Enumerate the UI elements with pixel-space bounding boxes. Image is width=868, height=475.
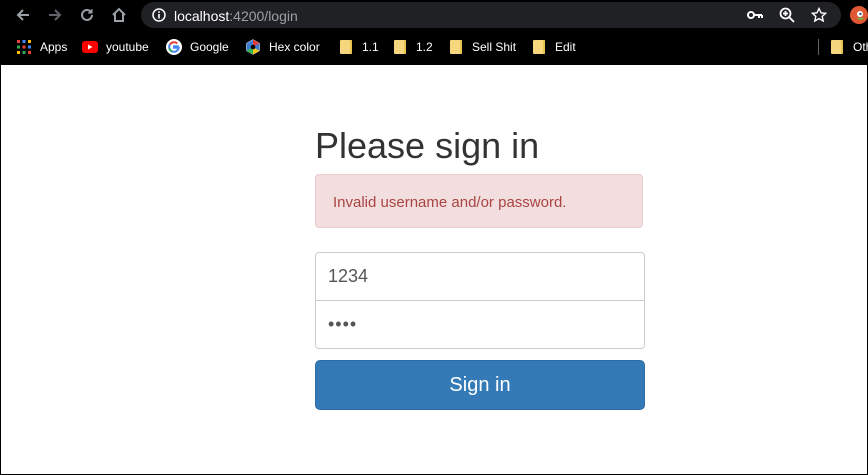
youtube-icon [82,39,98,55]
home-button[interactable] [108,4,130,26]
url-text: localhost:4200/login [174,8,298,24]
address-bar[interactable]: localhost:4200/login [141,2,841,28]
apps-grid-icon [16,39,32,55]
sign-in-button[interactable]: Sign in [315,360,645,410]
reload-button[interactable] [76,4,98,26]
bookmark-youtube[interactable]: youtube [82,31,149,62]
forward-arrow-icon [49,9,62,21]
bookmark-folder-sell-shit[interactable]: Sell Shit [448,31,516,62]
bookmark-folder-edit[interactable]: Edit [531,31,576,62]
error-alert: Invalid username and/or password. [315,174,643,228]
star-icon[interactable] [811,7,827,23]
bookmark-folder-1-1[interactable]: 1.1 [338,31,379,62]
forward-button[interactable] [44,4,66,26]
bookmark-label: Hex color [269,39,320,54]
folder-icon [448,39,464,55]
bookmark-label: Apps [40,39,68,54]
page-content: Please sign in Invalid username and/or p… [1,65,867,474]
bookmark-other[interactable]: Oth [829,31,868,62]
folder-icon [338,39,354,55]
password-input[interactable] [315,300,645,349]
back-arrow-icon [16,9,29,21]
key-icon[interactable] [747,7,763,23]
hex-color-icon [245,38,261,55]
bookmark-label: Edit [555,39,576,54]
bookmark-label: Sell Shit [472,39,517,54]
duckduckgo-extension-icon[interactable] [850,6,868,24]
bookmark-apps[interactable]: Apps [16,31,67,62]
home-icon [112,7,126,22]
bookmark-label: 1.1 [362,39,379,54]
bookmark-google[interactable]: Google [166,31,229,62]
folder-icon [392,39,408,55]
google-icon [166,38,182,55]
zoom-icon[interactable] [779,7,795,23]
reload-icon [81,8,93,21]
back-button[interactable] [12,4,34,26]
bookmark-label: Google [190,39,229,54]
bookmark-label: 1.2 [416,39,433,54]
bookmark-label: Oth [853,39,868,54]
browser-toolbar: localhost:4200/login [0,0,868,31]
bookmark-folder-1-2[interactable]: 1.2 [392,31,433,62]
bookmark-hex-color[interactable]: Hex color [245,31,320,62]
bookmarks-separator [818,39,819,55]
page-title: Please sign in [315,125,540,166]
username-input[interactable] [315,252,645,301]
bookmark-label: youtube [106,39,149,54]
folder-icon [531,39,547,55]
bookmarks-bar: Apps youtube Google Hex color 1.1 1.2 Se… [0,31,868,62]
info-icon[interactable] [151,7,167,23]
folder-icon [829,39,845,55]
